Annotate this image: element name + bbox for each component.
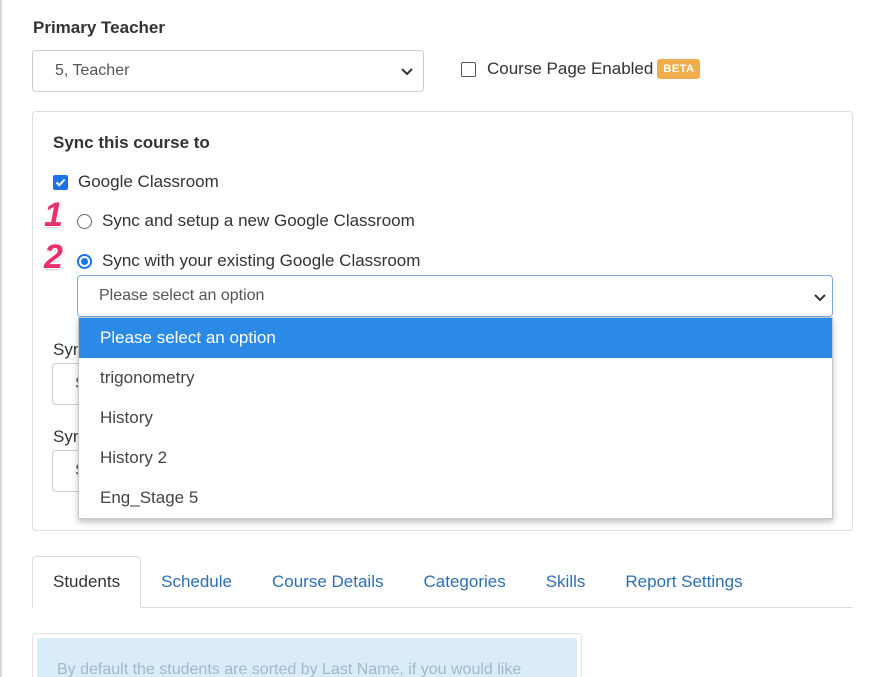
sync-existing-radio[interactable] — [77, 253, 92, 269]
google-classroom-label: Google Classroom — [78, 172, 219, 191]
info-message: By default the students are sorted by La… — [37, 638, 577, 677]
dropdown-option[interactable]: History — [79, 398, 832, 438]
annotation-number-1: 1 — [44, 196, 63, 234]
dropdown-option[interactable]: History 2 — [79, 438, 832, 478]
classroom-select[interactable]: Please select an option — [77, 275, 833, 317]
dropdown-option[interactable]: Please select an option — [79, 318, 832, 358]
left-border — [0, 0, 2, 677]
classroom-select-value: Please select an option — [99, 287, 265, 304]
chevron-down-icon — [814, 294, 826, 302]
tab-course-details[interactable]: Course Details — [252, 556, 404, 608]
primary-teacher-select[interactable]: 5, Teacher — [32, 50, 424, 92]
tab-skills[interactable]: Skills — [526, 556, 606, 608]
beta-badge: BETA — [657, 59, 701, 79]
sync-existing-option[interactable]: Sync with your existing Google Classroom — [77, 251, 420, 271]
tab-report-settings[interactable]: Report Settings — [605, 556, 762, 608]
chevron-down-icon — [401, 68, 413, 76]
sync-new-label: Sync and setup a new Google Classroom — [102, 211, 415, 230]
google-classroom-checkbox[interactable] — [53, 174, 68, 190]
course-tabs: Students Schedule Course Details Categor… — [32, 556, 853, 608]
google-classroom-option[interactable]: Google Classroom — [53, 172, 219, 192]
sync-existing-label: Sync with your existing Google Classroom — [102, 251, 421, 270]
course-page-checkbox[interactable] — [461, 61, 476, 77]
primary-teacher-label: Primary Teacher — [33, 18, 165, 37]
tab-categories[interactable]: Categories — [404, 556, 526, 608]
annotation-number-2: 2 — [44, 238, 63, 276]
dropdown-option[interactable]: Eng_Stage 5 — [79, 478, 832, 518]
dropdown-option[interactable]: trigonometry — [79, 358, 832, 398]
course-page-toggle[interactable]: Course Page Enabled BETA — [461, 59, 701, 79]
check-icon — [55, 178, 66, 187]
sync-title: Sync this course to — [53, 133, 210, 152]
sync-new-radio[interactable] — [77, 213, 92, 229]
classroom-dropdown-list: Please select an option trigonometry His… — [78, 317, 833, 519]
tab-schedule[interactable]: Schedule — [141, 556, 252, 608]
sync-new-option[interactable]: Sync and setup a new Google Classroom — [77, 211, 415, 231]
primary-teacher-value: 5, Teacher — [55, 62, 130, 79]
course-page-label: Course Page Enabled — [487, 59, 654, 78]
tab-students[interactable]: Students — [32, 556, 142, 608]
